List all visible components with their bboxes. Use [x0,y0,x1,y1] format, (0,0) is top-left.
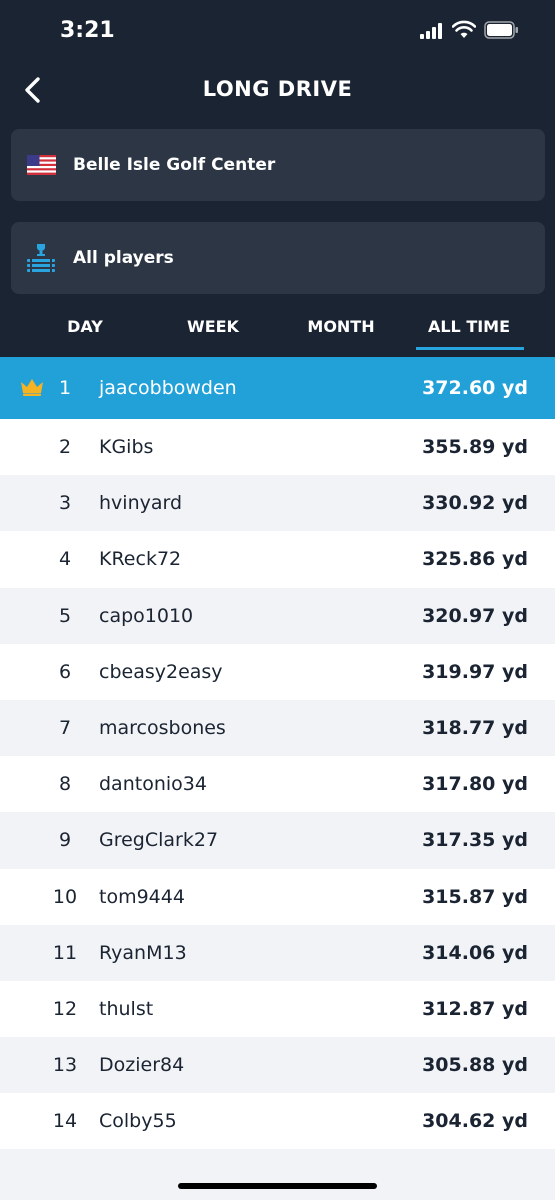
players-filter[interactable]: All players [11,222,545,294]
nav-bar: LONG DRIVE [0,62,555,118]
player-name: GregClark27 [99,829,219,852]
tab-selected-indicator [416,347,524,350]
drive-distance: 315.87 yd [422,885,528,908]
drive-distance: 318.77 yd [422,717,528,740]
drive-distance: 355.89 yd [422,436,528,459]
leaderboard-row[interactable]: 1 jaacobbowden 372.60 yd [0,357,555,419]
drive-distance: 314.06 yd [422,941,528,964]
location-label: Belle Isle Golf Center [73,155,276,175]
rank: 8 [58,773,72,796]
player-name: Dozier84 [99,1054,185,1077]
leaderboard-row[interactable]: 11 RyanM13 314.06 yd [0,924,555,981]
rank: 3 [58,492,72,515]
location-selector[interactable]: Belle Isle Golf Center [11,129,545,201]
leaderboard-row[interactable]: 10 tom9444 315.87 yd [0,868,555,925]
battery-icon [484,21,518,39]
cellular-signal-icon [420,23,444,39]
rank: 14 [52,1110,78,1133]
leaderboard-row[interactable]: 3 hvinyard 330.92 yd [0,475,555,532]
drive-distance: 317.80 yd [422,773,528,796]
leaderboard-row[interactable] [0,1149,555,1200]
leaderboard-list: 1 jaacobbowden 372.60 yd 2 KGibs 355.89 … [0,357,555,1200]
player-name: cbeasy2easy [99,660,223,683]
leaderboard-row[interactable]: 13 Dozier84 305.88 yd [0,1037,555,1094]
leaderboard-row[interactable]: 7 marcosbones 318.77 yd [0,699,555,757]
player-name: KGibs [99,436,154,459]
leaderboard-row[interactable]: 12 thulst 312.87 yd [0,980,555,1038]
player-name: RyanM13 [99,941,187,964]
rank: 12 [52,997,78,1020]
leaderboard-row[interactable]: 4 KReck72 325.86 yd [0,531,555,588]
leaderboard-row[interactable]: 6 cbeasy2easy 319.97 yd [0,643,555,700]
tab-week[interactable]: WEEK [149,300,277,352]
header: 3:21 LONG DRIVE Belle Isle Golf Center A… [0,0,555,357]
rank: 9 [58,829,72,852]
player-name: hvinyard [99,492,183,515]
rank: 11 [52,941,78,964]
player-name: marcosbones [99,717,226,740]
tab-day[interactable]: DAY [21,300,149,352]
player-name: KReck72 [99,548,182,571]
drive-distance: 319.97 yd [422,660,528,683]
drive-distance: 317.35 yd [422,829,528,852]
rank: 1 [58,377,72,399]
wifi-icon [452,20,476,38]
status-time: 3:21 [60,18,115,43]
home-indicator[interactable] [178,1183,377,1189]
drive-distance: 372.60 yd [422,377,528,399]
rank: 13 [52,1054,78,1077]
drive-distance: 320.97 yd [422,604,528,627]
player-name: jaacobbowden [99,377,237,399]
player-name: dantonio34 [99,773,207,796]
trophy-podium-icon [27,244,55,272]
tab-month[interactable]: MONTH [277,300,405,352]
drive-distance: 325.86 yd [422,548,528,571]
drive-distance: 330.92 yd [422,492,528,515]
rank: 5 [58,604,72,627]
rank: 2 [58,436,72,459]
us-flag-icon [27,155,56,175]
drive-distance: 312.87 yd [422,997,528,1020]
leaderboard-row[interactable]: 9 GregClark27 317.35 yd [0,812,555,869]
player-name: thulst [99,997,154,1020]
rank: 6 [58,660,72,683]
page-title: LONG DRIVE [202,77,353,101]
leaderboard-row[interactable]: 14 Colby55 304.62 yd [0,1093,555,1150]
rank: 4 [58,548,72,571]
leaderboard-row[interactable]: 8 dantonio34 317.80 yd [0,756,555,813]
time-range-tabs: DAY WEEK MONTH ALL TIME [0,300,555,357]
leaderboard-row[interactable]: 2 KGibs 355.89 yd [0,419,555,476]
players-filter-label: All players [73,248,174,268]
tab-all-time[interactable]: ALL TIME [405,300,533,352]
rank: 7 [58,717,72,740]
drive-distance: 304.62 yd [422,1110,528,1133]
player-name: Colby55 [99,1110,177,1133]
player-name: capo1010 [99,604,194,627]
leaderboard-row[interactable]: 5 capo1010 320.97 yd [0,587,555,644]
drive-distance: 305.88 yd [422,1054,528,1077]
rank: 10 [52,885,78,908]
status-bar: 3:21 [0,0,555,62]
player-name: tom9444 [99,885,185,908]
